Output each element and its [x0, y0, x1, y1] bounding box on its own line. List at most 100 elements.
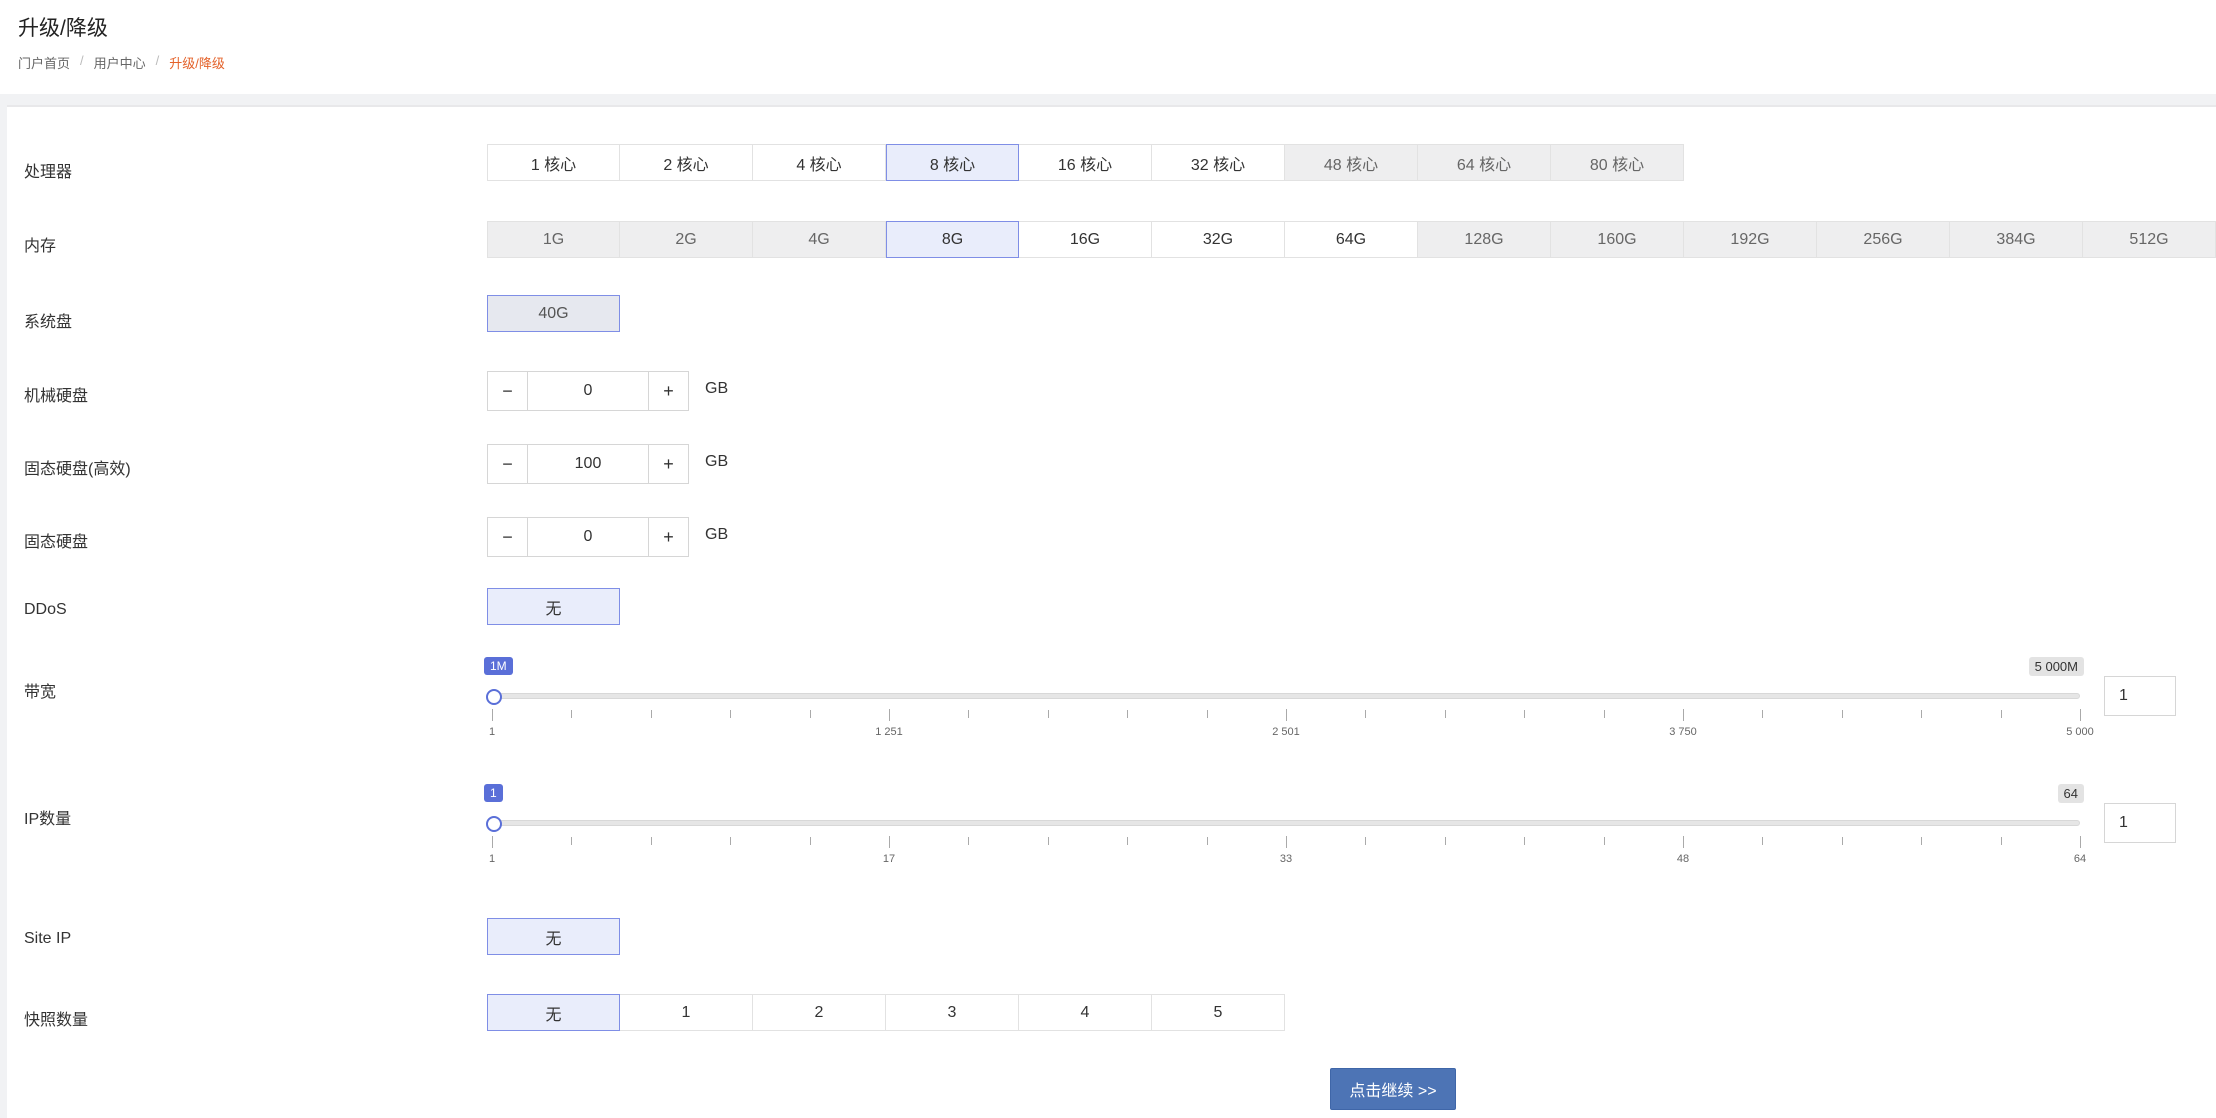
bandwidth-tick — [889, 709, 890, 721]
bandwidth-handle[interactable] — [486, 689, 502, 705]
ssd-fast-value-input[interactable]: 100 — [528, 444, 648, 484]
cpu-option-disabled[interactable]: 48 核心 — [1285, 144, 1418, 181]
ip-count-tick — [1683, 836, 1684, 848]
bandwidth-tick-label: 1 251 — [875, 726, 903, 738]
snapshots-option[interactable]: 1 — [620, 994, 753, 1031]
bandwidth-tick-label: 1 — [488, 726, 496, 738]
snapshots-option[interactable]: 4 — [1019, 994, 1152, 1031]
memory-option[interactable]: 64G — [1285, 221, 1418, 258]
ip-count-tick — [492, 836, 493, 848]
bandwidth-tick — [1206, 710, 1208, 718]
bandwidth-tick-label: 5 000 — [2066, 726, 2094, 738]
bandwidth-tick-label: 3 750 — [1669, 726, 1697, 738]
memory-option-selected[interactable]: 8G — [886, 221, 1019, 258]
ssd-fast-decrement-button[interactable]: − — [487, 444, 528, 484]
ssd-increment-button[interactable]: + — [648, 517, 689, 557]
ssd-fast-unit: GB — [705, 453, 729, 470]
bandwidth-tick — [1444, 710, 1446, 718]
cpu-option-selected[interactable]: 8 核心 — [886, 144, 1019, 181]
bandwidth-tick — [571, 710, 573, 718]
ip-count-tick — [2080, 836, 2081, 848]
cpu-option[interactable]: 32 核心 — [1152, 144, 1285, 181]
bandwidth-tick — [1365, 710, 1367, 718]
ssd-value-input[interactable]: 0 — [528, 517, 648, 557]
cpu-option[interactable]: 4 核心 — [753, 144, 886, 181]
ssd-fast-label: 固态硬盘(高效) — [24, 461, 131, 478]
bandwidth-tick — [2080, 709, 2081, 721]
system-disk-label: 系统盘 — [24, 314, 73, 331]
breadcrumb-user-center[interactable]: 用户中心 — [94, 53, 146, 72]
memory-option-disabled[interactable]: 192G — [1684, 221, 1817, 258]
ip-count-label: IP数量 — [24, 811, 72, 828]
cpu-option-disabled[interactable]: 64 核心 — [1418, 144, 1551, 181]
bandwidth-slider[interactable]: 1M 5 000M 1 1 251 2 501 3 750 5 000 — [484, 657, 2094, 747]
memory-option-disabled[interactable]: 256G — [1817, 221, 1950, 258]
ip-count-handle[interactable] — [486, 816, 502, 832]
system-disk-option-selected[interactable]: 40G — [487, 295, 620, 332]
ip-count-tick — [1444, 837, 1446, 845]
hdd-value-input[interactable]: 0 — [528, 371, 648, 411]
page-title: 升级/降级 — [18, 17, 108, 40]
ip-count-tick — [1047, 837, 1049, 845]
hdd-increment-button[interactable]: + — [648, 371, 689, 411]
snapshots-option[interactable]: 5 — [1152, 994, 1285, 1031]
ip-count-tick-label: 33 — [1279, 853, 1293, 865]
ssd-unit: GB — [705, 526, 729, 543]
bandwidth-tick — [492, 709, 493, 721]
memory-option-disabled[interactable]: 384G — [1950, 221, 2083, 258]
cpu-option-disabled[interactable]: 80 核心 — [1551, 144, 1684, 181]
memory-option-disabled[interactable]: 1G — [487, 221, 620, 258]
hdd-unit: GB — [705, 380, 729, 397]
ip-count-tick — [1841, 837, 1843, 845]
ddos-label: DDoS — [24, 601, 67, 618]
snapshots-option-selected[interactable]: 无 — [487, 994, 620, 1031]
ip-count-tick — [1524, 837, 1526, 845]
ip-count-tick-label: 48 — [1676, 853, 1690, 865]
hdd-decrement-button[interactable]: − — [487, 371, 528, 411]
memory-option-disabled[interactable]: 4G — [753, 221, 886, 258]
ssd-decrement-button[interactable]: − — [487, 517, 528, 557]
ip-count-tick-label: 17 — [882, 853, 896, 865]
cpu-option[interactable]: 16 核心 — [1019, 144, 1152, 181]
bandwidth-tick — [1286, 709, 1287, 721]
ip-count-tick — [1603, 837, 1605, 845]
ip-count-tick — [1286, 836, 1287, 848]
breadcrumb-separator: / — [155, 53, 160, 68]
bandwidth-tick — [730, 710, 732, 718]
breadcrumb-current: 升级/降级 — [169, 56, 225, 71]
bandwidth-tick — [1762, 710, 1764, 718]
cpu-option[interactable]: 2 核心 — [620, 144, 753, 181]
continue-button[interactable]: 点击继续 >> — [1330, 1068, 1456, 1110]
cpu-option[interactable]: 1 核心 — [487, 144, 620, 181]
ip-count-min-tag: 1 — [484, 784, 503, 802]
ip-count-tick — [730, 837, 732, 845]
snapshots-option[interactable]: 3 — [886, 994, 1019, 1031]
ip-count-tick — [1762, 837, 1764, 845]
site-ip-options: 无 — [487, 918, 620, 955]
bandwidth-tick — [1603, 710, 1605, 718]
memory-option-disabled[interactable]: 512G — [2083, 221, 2216, 258]
ssd-label: 固态硬盘 — [24, 534, 89, 551]
memory-option-disabled[interactable]: 128G — [1418, 221, 1551, 258]
memory-option[interactable]: 16G — [1019, 221, 1152, 258]
bandwidth-min-tag: 1M — [484, 657, 513, 675]
ip-count-track[interactable] — [492, 820, 2080, 826]
ddos-option-selected[interactable]: 无 — [487, 588, 620, 625]
ssd-fast-increment-button[interactable]: + — [648, 444, 689, 484]
ip-count-input[interactable]: 1 — [2104, 803, 2176, 843]
memory-option-disabled[interactable]: 2G — [620, 221, 753, 258]
ssd-fast-stepper: − 100 + GB — [487, 444, 728, 484]
snapshots-label: 快照数量 — [24, 1012, 89, 1029]
memory-option[interactable]: 32G — [1152, 221, 1285, 258]
snapshots-option[interactable]: 2 — [753, 994, 886, 1031]
system-disk-options: 40G — [487, 295, 620, 332]
bandwidth-track[interactable] — [492, 693, 2080, 699]
breadcrumb-home[interactable]: 门户首页 — [18, 53, 70, 72]
bandwidth-input[interactable]: 1 — [2104, 676, 2176, 716]
site-ip-option-selected[interactable]: 无 — [487, 918, 620, 955]
ip-count-tick — [2000, 837, 2002, 845]
ip-count-slider[interactable]: 1 64 1 17 33 48 64 — [484, 784, 2086, 874]
ip-count-tick — [968, 837, 970, 845]
ip-count-tick — [571, 837, 573, 845]
memory-option-disabled[interactable]: 160G — [1551, 221, 1684, 258]
